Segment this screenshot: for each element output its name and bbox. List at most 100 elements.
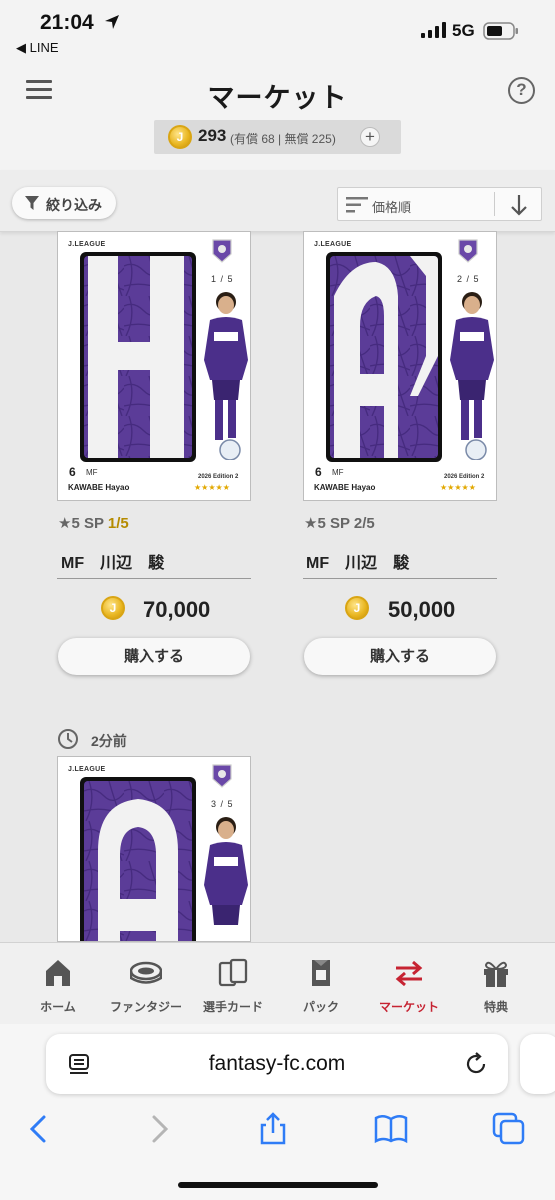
reload-icon[interactable] — [464, 1052, 488, 1076]
gift-icon — [484, 961, 508, 987]
player-card[interactable]: J.LEAGUE 2 / 5 6 MF KAWABE Hayao 2026 Ed… — [303, 231, 497, 501]
tab-market[interactable]: マーケット — [364, 943, 454, 1025]
listed-time-text: 2分前 — [91, 733, 127, 749]
tab-pack[interactable]: パック — [276, 943, 366, 1025]
home-indicator — [178, 1182, 378, 1188]
help-icon[interactable]: ? — [508, 77, 535, 104]
pack-icon — [312, 960, 330, 986]
sort-select[interactable]: 価格順 — [337, 187, 542, 221]
card-number: 6 — [315, 465, 322, 479]
address-bar[interactable]: fantasy-fc.com — [46, 1034, 508, 1094]
forward-arrow-icon[interactable] — [142, 1112, 176, 1146]
sort-label: 価格順 — [372, 200, 412, 215]
bookmarks-icon[interactable] — [374, 1112, 408, 1146]
coin-balance: J 293 (有償 68 | 無償 225) + — [154, 120, 401, 154]
card-serial: 1 / 5 — [211, 274, 234, 284]
league-logo: J.LEAGUE — [68, 766, 106, 773]
sort-divider — [494, 192, 495, 216]
j-coin-icon: J — [101, 596, 125, 620]
player-card[interactable]: J.LEAGUE 3 / 5 — [57, 756, 251, 942]
next-tab-preview[interactable] — [520, 1034, 555, 1094]
tab-label: パック — [302, 1000, 339, 1014]
club-emblem-icon — [212, 764, 232, 788]
url-text: fantasy-fc.com — [208, 1052, 346, 1075]
league-logo: J.LEAGUE — [314, 241, 352, 248]
tabs-icon[interactable] — [492, 1112, 526, 1146]
location-arrow-icon — [105, 15, 119, 29]
home-icon — [46, 960, 70, 986]
battery-icon — [483, 22, 518, 40]
share-icon[interactable] — [256, 1112, 290, 1146]
player-photo — [204, 817, 248, 925]
tab-player-cards[interactable]: 選手カード — [188, 943, 278, 1025]
tab-label: ホーム — [40, 1000, 76, 1014]
stadium-icon — [130, 961, 162, 984]
status-bar: 21:04 ◀ LINE 5G — [0, 0, 555, 60]
card-edition: 2026 Edition 2 — [198, 474, 239, 480]
divider — [303, 578, 497, 579]
tab-fantasy[interactable]: ファンタジー — [101, 943, 191, 1025]
player-name: MF 川辺 駿 — [61, 555, 165, 572]
club-emblem-icon — [212, 239, 232, 263]
j-coin-icon: J — [168, 125, 192, 149]
tab-label: マーケット — [378, 1000, 439, 1014]
player-photo — [204, 292, 248, 460]
coin-total: 293 — [198, 126, 227, 145]
coin-breakdown: (有償 68 | 無償 225) — [230, 132, 336, 146]
tab-perks[interactable]: 特典 — [451, 943, 541, 1025]
back-arrow-icon[interactable] — [22, 1112, 56, 1146]
page-title: マーケット — [207, 83, 348, 113]
card-letter-art — [80, 777, 196, 941]
cellular-signal-icon — [421, 22, 446, 38]
card-stars: ★★★★★ — [440, 483, 476, 492]
card-edition: 2026 Edition 2 — [444, 474, 485, 480]
cards-icon — [218, 958, 248, 987]
j-coin-icon: J — [345, 596, 369, 620]
league-logo: J.LEAGUE — [68, 241, 106, 248]
browser-toolbar: fantasy-fc.com — [0, 1024, 555, 1200]
card-stars: ★★★★★ — [194, 483, 230, 492]
rarity-label: ★5 SP — [58, 515, 104, 532]
filter-sort-bar: 絞り込み 価格順 — [0, 170, 555, 232]
buy-button[interactable]: 購入する — [304, 638, 496, 675]
price: 70,000 — [143, 597, 211, 622]
tab-label: 選手カード — [202, 1000, 263, 1014]
rarity-label: ★5 SP — [304, 515, 350, 532]
card-letter-art — [326, 252, 442, 462]
rarity-serial: ★5 SP 1/5 — [58, 514, 129, 532]
card-position: MF — [332, 468, 344, 477]
rarity-serial: ★5 SP 2/5 — [304, 514, 375, 532]
back-to-app-link[interactable]: ◀ LINE — [16, 40, 59, 56]
serial-number: 2/5 — [353, 515, 375, 532]
app-header: マーケット ? J 293 (有償 68 | 無償 225) + — [0, 60, 555, 170]
card-letter-art — [80, 252, 196, 462]
bottom-tab-bar: ホーム ファンタジー 選手カード パック マーケット 特典 — [0, 942, 555, 1024]
network-type: 5G — [452, 21, 475, 40]
sort-lines-icon — [346, 197, 368, 213]
card-serial: 2 / 5 — [457, 274, 480, 284]
serial-number: 1/5 — [107, 515, 129, 532]
card-player-name-en: KAWABE Hayao — [68, 483, 130, 492]
buy-button[interactable]: 購入する — [58, 638, 250, 675]
divider — [57, 578, 251, 579]
sort-direction-arrow-icon[interactable] — [510, 193, 528, 217]
price: 50,000 — [388, 597, 456, 622]
filter-button[interactable]: 絞り込み — [12, 187, 116, 219]
card-number: 6 — [69, 465, 76, 479]
card-serial: 3 / 5 — [211, 799, 234, 809]
card-player-name-en: KAWABE Hayao — [314, 483, 376, 492]
filter-label: 絞り込み — [46, 197, 102, 213]
player-photo — [450, 292, 494, 460]
funnel-icon — [25, 196, 39, 210]
tab-label: ファンタジー — [109, 1000, 182, 1014]
tab-home[interactable]: ホーム — [13, 943, 103, 1025]
club-emblem-icon — [458, 239, 478, 263]
card-position: MF — [86, 468, 98, 477]
status-time: 21:04 — [40, 11, 94, 34]
add-coins-button[interactable]: + — [360, 127, 380, 147]
player-card[interactable]: J.LEAGUE 1 / 5 6 MF KAWABE Hayao 2026 Ed… — [57, 231, 251, 501]
clock-icon — [58, 729, 78, 749]
tab-label: 特典 — [483, 1000, 508, 1014]
exchange-icon — [395, 960, 423, 987]
player-name: MF 川辺 駿 — [306, 555, 410, 572]
